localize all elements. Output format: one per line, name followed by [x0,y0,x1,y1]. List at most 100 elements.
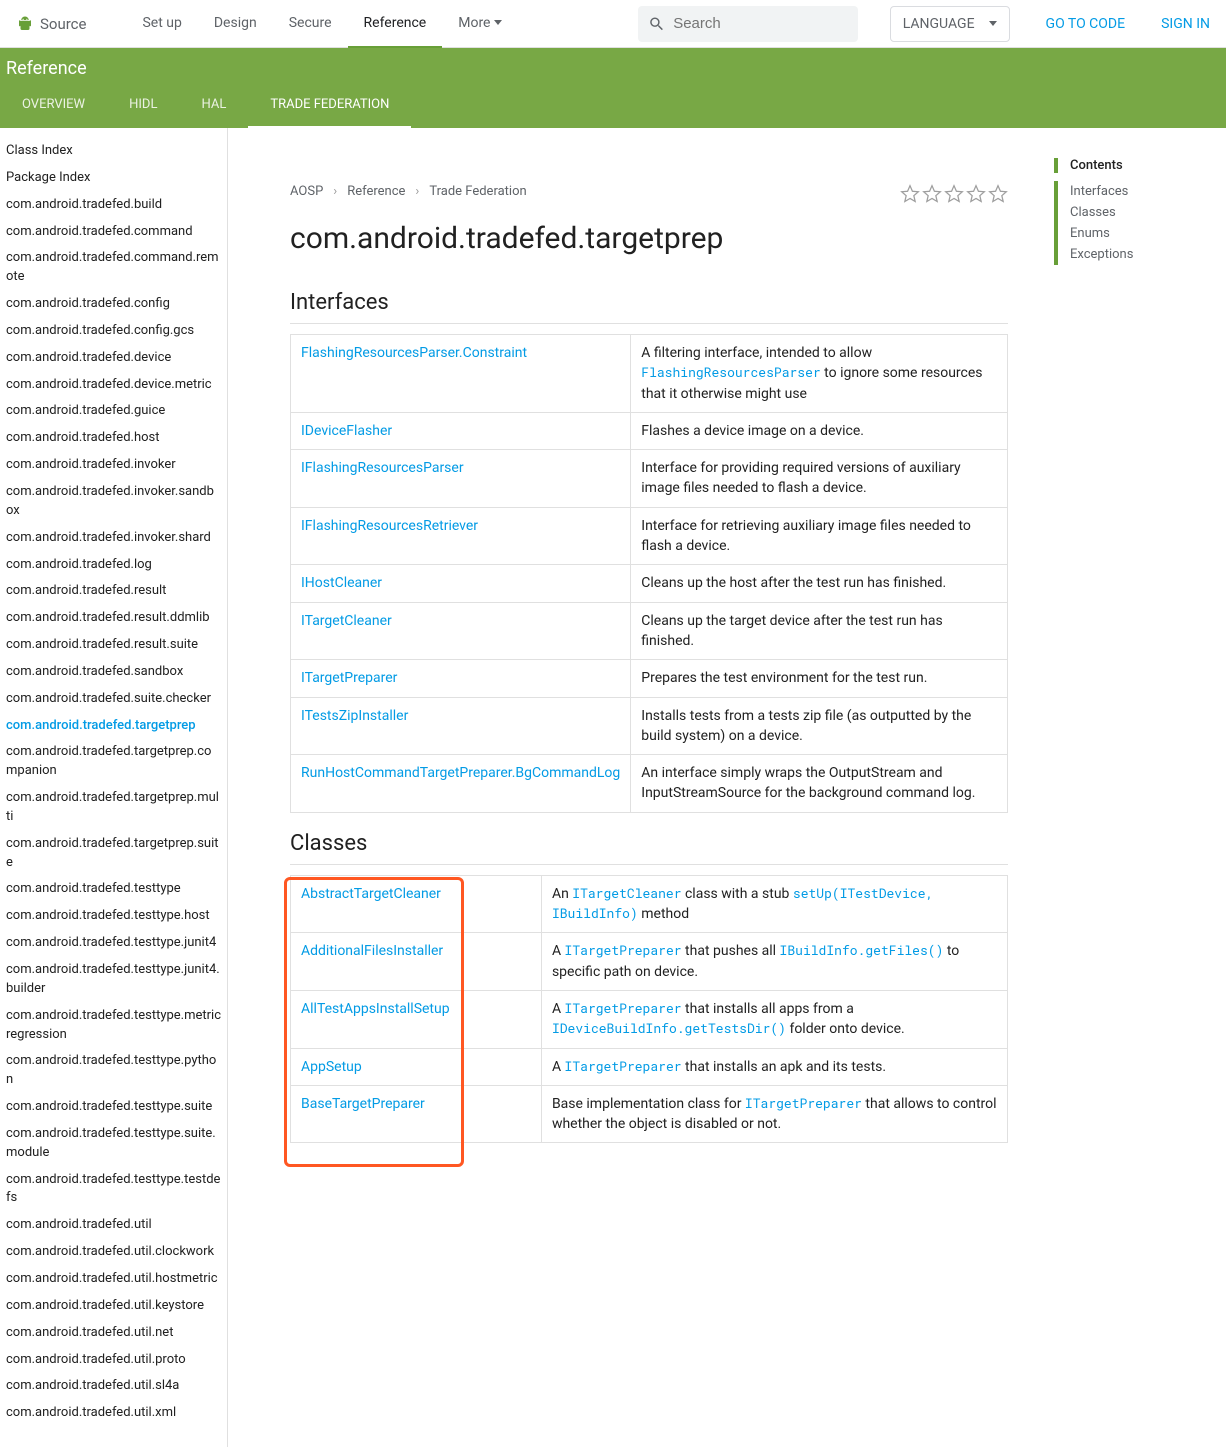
star-icon[interactable] [944,184,964,204]
table-row: AbstractTargetCleanerAn ITargetCleaner c… [291,875,1008,933]
toc-item-enums[interactable]: Enums [1054,223,1200,244]
topnav-item-secure[interactable]: Secure [273,0,348,48]
sidebar-item[interactable]: com.android.tradefed.result.ddmlib [6,605,227,632]
sidebar-item[interactable]: com.android.tradefed.host [6,425,227,452]
rating-stars[interactable] [900,184,1008,204]
interface-link[interactable]: IFlashingResourcesRetriever [301,518,478,534]
sidebar-item[interactable]: com.android.tradefed.targetprep.suite [6,831,227,877]
sidebar-item[interactable]: com.android.tradefed.device [6,345,227,372]
sidebar-item[interactable]: com.android.tradefed.util.hostmetric [6,1266,227,1293]
sidebar-item[interactable]: com.android.tradefed.targetprep [6,713,227,740]
table-row: BaseTargetPreparerBase implementation cl… [291,1085,1008,1143]
interface-link[interactable]: ITestsZipInstaller [301,708,408,724]
topnav-item-more[interactable]: More [442,0,518,48]
code-ref[interactable]: ITargetPreparer [745,1094,862,1112]
sidebar-item[interactable]: com.android.tradefed.testtype.suite.modu… [6,1121,227,1167]
sidebar-item[interactable]: com.android.tradefed.command.remote [6,245,227,291]
sidebar-item[interactable]: com.android.tradefed.testtype.host [6,903,227,930]
class-link[interactable]: AbstractTargetCleaner [301,886,441,902]
sidebar-item[interactable]: com.android.tradefed.suite.checker [6,686,227,713]
sidebar-item[interactable]: com.android.tradefed.invoker.shard [6,525,227,552]
sign-in-link[interactable]: SIGN IN [1161,16,1210,32]
sidebar-item[interactable]: com.android.tradefed.util.proto [6,1347,227,1374]
class-link[interactable]: AppSetup [301,1059,362,1075]
toc-item-exceptions[interactable]: Exceptions [1054,244,1200,265]
topnav-item-reference[interactable]: Reference [348,0,443,48]
interface-link[interactable]: FlashingResourcesParser.Constraint [301,345,527,361]
toc-item-interfaces[interactable]: Interfaces [1054,181,1200,202]
star-icon[interactable] [900,184,920,204]
code-ref[interactable]: IDeviceBuildInfo.getTestsDir() [552,1019,786,1037]
code-ref[interactable]: IBuildInfo.getFiles() [780,941,944,959]
table-row: IDeviceFlasherFlashes a device image on … [291,412,1008,449]
sidebar-item[interactable]: com.android.tradefed.testtype.junit4.bui… [6,957,227,1003]
search-input[interactable] [673,15,848,32]
star-icon[interactable] [966,184,986,204]
breadcrumb: AOSP›Reference›Trade Federation [290,184,527,199]
language-button[interactable]: LANGUAGE [890,6,1010,42]
sidebar-item[interactable]: com.android.tradefed.device.metric [6,372,227,399]
interface-link[interactable]: RunHostCommandTargetPreparer.BgCommandLo… [301,765,620,781]
class-desc: A ITargetPreparer that pushes all IBuild… [541,933,1007,991]
sidebar-item[interactable]: com.android.tradefed.result.suite [6,632,227,659]
class-link[interactable]: AllTestAppsInstallSetup [301,1001,450,1017]
breadcrumb-item[interactable]: AOSP [290,184,323,199]
sidebar-item[interactable]: com.android.tradefed.testtype.suite [6,1094,227,1121]
sidebar-item[interactable]: com.android.tradefed.util.xml [6,1400,227,1427]
sidebar-item[interactable]: com.android.tradefed.config [6,291,227,318]
main: Class IndexPackage Indexcom.android.trad… [0,128,1226,1447]
green-tab-hal[interactable]: HAL [179,83,248,128]
green-tab-trade-federation[interactable]: TRADE FEDERATION [248,83,411,128]
search-box[interactable] [638,6,858,42]
sidebar-item[interactable]: com.android.tradefed.command [6,219,227,246]
sidebar-item[interactable]: com.android.tradefed.targetprep.multi [6,785,227,831]
sidebar-item[interactable]: com.android.tradefed.targetprep.companio… [6,739,227,785]
sidebar-item[interactable]: com.android.tradefed.util [6,1212,227,1239]
sidebar-item[interactable]: com.android.tradefed.invoker [6,452,227,479]
sidebar-item[interactable]: com.android.tradefed.testtype [6,876,227,903]
sidebar-item[interactable]: com.android.tradefed.testtype.junit4 [6,930,227,957]
chevron-down-icon [494,20,502,25]
interface-link[interactable]: ITargetPreparer [301,670,397,686]
logo[interactable]: Source [16,13,86,35]
sidebar-item[interactable]: com.android.tradefed.util.sl4a [6,1373,227,1400]
interface-link[interactable]: IFlashingResourcesParser [301,460,464,476]
code-ref[interactable]: ITargetCleaner [572,884,681,902]
sidebar-item[interactable]: Class Index [6,138,227,165]
topnav-item-set-up[interactable]: Set up [126,0,197,48]
breadcrumb-item[interactable]: Trade Federation [429,184,526,199]
sidebar-item[interactable]: com.android.tradefed.util.net [6,1320,227,1347]
sidebar-item[interactable]: com.android.tradefed.result [6,578,227,605]
sidebar-item[interactable]: com.android.tradefed.build [6,192,227,219]
sidebar-item[interactable]: Package Index [6,165,227,192]
go-to-code-link[interactable]: GO TO CODE [1046,16,1126,32]
class-link[interactable]: AdditionalFilesInstaller [301,943,443,959]
interface-link[interactable]: IHostCleaner [301,575,382,591]
sidebar-item[interactable]: com.android.tradefed.testtype.testdefs [6,1167,227,1213]
interface-link[interactable]: ITargetCleaner [301,613,392,629]
chevron-down-icon [989,21,997,26]
code-ref[interactable]: ITargetPreparer [565,999,682,1017]
sidebar-item[interactable]: com.android.tradefed.guice [6,398,227,425]
star-icon[interactable] [988,184,1008,204]
interfaces-heading: Interfaces [290,290,1008,324]
code-ref[interactable]: FlashingResourcesParser [641,363,820,381]
toc-item-classes[interactable]: Classes [1054,202,1200,223]
topnav-item-design[interactable]: Design [198,0,273,48]
code-ref[interactable]: ITargetPreparer [565,941,682,959]
breadcrumb-item[interactable]: Reference [347,184,405,199]
star-icon[interactable] [922,184,942,204]
sidebar-item[interactable]: com.android.tradefed.testtype.metricregr… [6,1003,227,1049]
sidebar-item[interactable]: com.android.tradefed.sandbox [6,659,227,686]
sidebar-item[interactable]: com.android.tradefed.log [6,552,227,579]
sidebar-item[interactable]: com.android.tradefed.util.keystore [6,1293,227,1320]
green-tab-hidl[interactable]: HIDL [107,83,179,128]
sidebar-item[interactable]: com.android.tradefed.invoker.sandbox [6,479,227,525]
sidebar-item[interactable]: com.android.tradefed.testtype.python [6,1048,227,1094]
interface-link[interactable]: IDeviceFlasher [301,423,392,439]
code-ref[interactable]: ITargetPreparer [565,1057,682,1075]
green-tab-overview[interactable]: OVERVIEW [0,83,107,128]
sidebar-item[interactable]: com.android.tradefed.util.clockwork [6,1239,227,1266]
class-link[interactable]: BaseTargetPreparer [301,1096,425,1112]
sidebar-item[interactable]: com.android.tradefed.config.gcs [6,318,227,345]
